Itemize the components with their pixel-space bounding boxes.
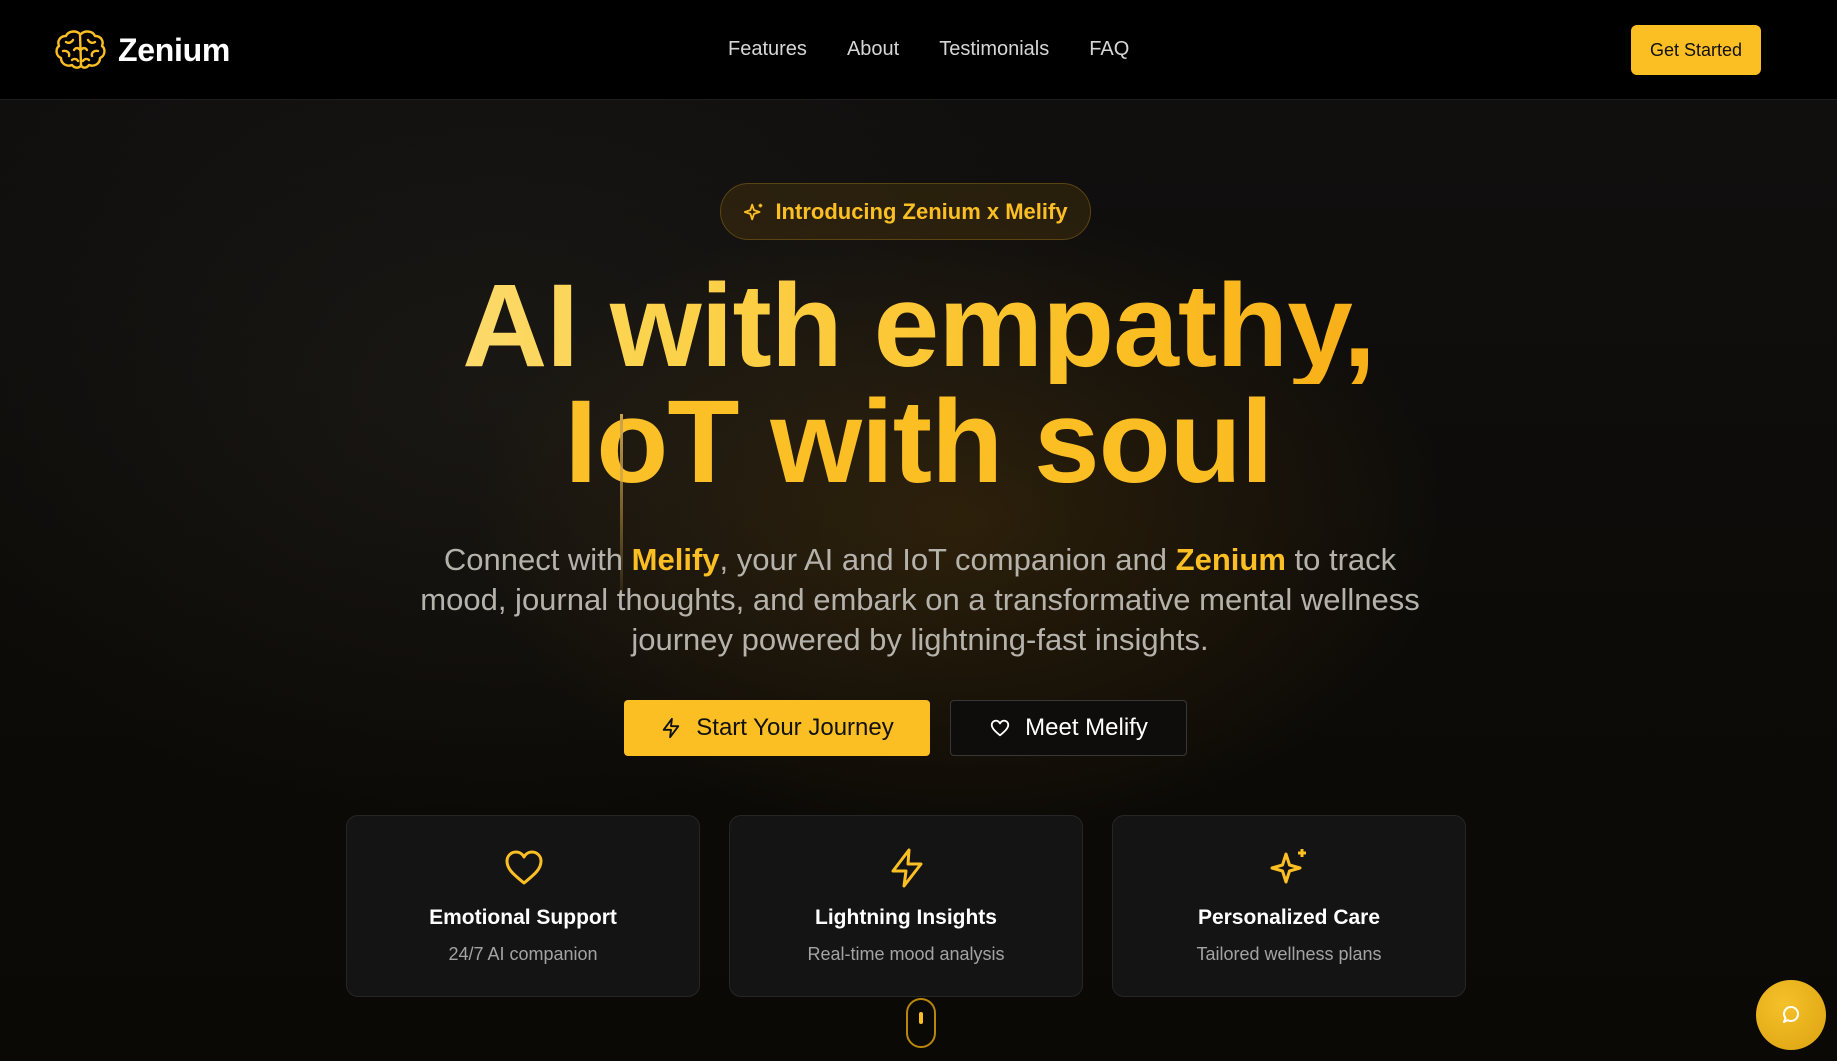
feature-title: Lightning Insights <box>815 906 997 929</box>
get-started-button[interactable]: Get Started <box>1631 25 1761 75</box>
feature-card-lightning-insights[interactable]: Lightning Insights Real-time mood analys… <box>729 815 1083 997</box>
chat-bubble-icon <box>1783 1006 1799 1023</box>
subtitle-text: , your AI and IoT companion and <box>719 542 1176 577</box>
feature-subtitle: Real-time mood analysis <box>807 944 1005 964</box>
feature-subtitle: 24/7 AI companion <box>448 944 598 964</box>
hero-title-line2: IoT with soul <box>0 383 1837 501</box>
nav-about[interactable]: About <box>847 38 899 61</box>
heart-icon <box>990 719 1010 737</box>
feature-title: Emotional Support <box>429 906 617 929</box>
hero-title-line1: AI with empathy, <box>0 267 1837 385</box>
announcement-badge[interactable]: Introducing Zenium x Melify <box>720 183 1091 240</box>
header: Zenium Features About Testimonials FAQ G… <box>0 0 1837 100</box>
brain-icon <box>55 30 106 69</box>
scroll-indicator[interactable] <box>906 998 936 1048</box>
hero-subtitle: Connect with Melify, your AI and IoT com… <box>420 540 1420 660</box>
nav-testimonials[interactable]: Testimonials <box>939 38 1049 61</box>
subtitle-highlight-zenium: Zenium <box>1175 542 1286 577</box>
brand-name: Zenium <box>118 31 230 68</box>
feature-title: Personalized Care <box>1197 906 1381 929</box>
feature-subtitle: Tailored wellness plans <box>1196 944 1382 964</box>
feature-card-personalized-care[interactable]: Personalized Care Tailored wellness plan… <box>1112 815 1466 997</box>
subtitle-highlight-melify: Melify <box>631 542 720 577</box>
meet-melify-label: Meet Melify <box>1025 714 1148 741</box>
feature-card-emotional-support[interactable]: Emotional Support 24/7 AI companion <box>346 815 700 997</box>
meet-melify-button[interactable]: Meet Melify <box>950 700 1187 756</box>
nav-features[interactable]: Features <box>728 38 807 61</box>
start-journey-button[interactable]: Start Your Journey <box>624 700 930 756</box>
chat-button[interactable] <box>1756 980 1826 1050</box>
lightning-icon <box>891 848 923 888</box>
logo[interactable]: Zenium <box>54 28 230 72</box>
nav-faq[interactable]: FAQ <box>1089 38 1129 61</box>
page: Zenium Features About Testimonials FAQ G… <box>0 0 1837 1061</box>
scroll-indicator-dot <box>919 1012 923 1024</box>
subtitle-text: Connect with <box>443 542 632 577</box>
main-nav: Features About Testimonials FAQ <box>728 38 1129 61</box>
sparkles-icon <box>1270 849 1306 884</box>
start-journey-label: Start Your Journey <box>696 714 894 741</box>
heart-icon <box>505 850 543 885</box>
sparkles-icon <box>744 203 763 220</box>
lightning-icon <box>663 717 680 739</box>
badge-text: Introducing Zenium x Melify <box>775 198 1068 224</box>
hero-title: AI with empathy, IoT with soul <box>0 267 1837 501</box>
